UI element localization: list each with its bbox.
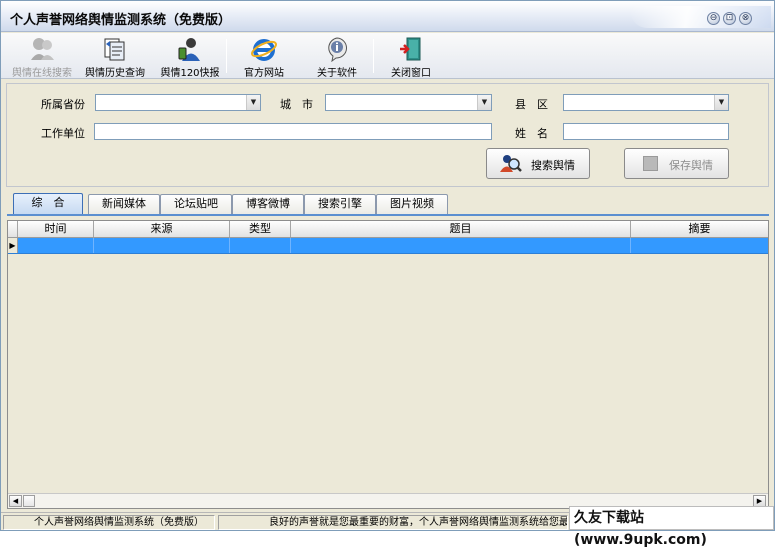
toolbar-label: 官方网站 bbox=[244, 68, 284, 79]
tab-general[interactable]: 综 合 bbox=[13, 193, 83, 215]
county-select[interactable]: ▼ bbox=[563, 94, 729, 111]
table-row[interactable]: ▶ bbox=[8, 238, 768, 254]
users-icon bbox=[28, 36, 56, 62]
toolbar-separator bbox=[373, 39, 374, 73]
scroll-thumb[interactable] bbox=[23, 495, 35, 507]
about-button[interactable]: 关于软件 bbox=[311, 35, 363, 79]
search-button-label: 搜索舆情 bbox=[531, 159, 575, 172]
city-select[interactable]: ▼ bbox=[325, 94, 492, 111]
window-title: 个人声誉网络舆情监测系统（免费版） bbox=[10, 13, 232, 28]
close-button[interactable]: ⊗ bbox=[739, 12, 752, 25]
grid-header: 时间 来源 类型 题目 摘要 bbox=[8, 221, 768, 238]
main-window: 个人声誉网络舆情监测系统（免费版） ⊖ ⊡ ⊗ 舆情在线搜索 舆情历史查询 舆情… bbox=[0, 0, 775, 548]
column-header-summary[interactable]: 摘要 bbox=[631, 221, 768, 237]
workplace-label: 工作单位 bbox=[41, 127, 85, 140]
city-label: 城 市 bbox=[280, 98, 313, 111]
quick-report-button[interactable]: 舆情120快报 bbox=[160, 35, 220, 79]
toolbar: 舆情在线搜索 舆情历史查询 舆情120快报 官方网站 关于软件 关闭窗口 bbox=[1, 33, 774, 79]
cell-summary[interactable] bbox=[631, 238, 768, 253]
ie-icon bbox=[250, 36, 278, 62]
tab-news-media[interactable]: 新闻媒体 bbox=[88, 194, 160, 214]
cell-type[interactable] bbox=[230, 238, 291, 253]
name-label: 姓 名 bbox=[515, 127, 548, 140]
watermark-logo: 久友下载站(www.9upk.com) bbox=[569, 506, 774, 548]
column-header-time[interactable]: 时间 bbox=[18, 221, 94, 237]
tab-search-engines[interactable]: 搜索引擎 bbox=[304, 194, 376, 214]
status-app-name: 个人声誉网络舆情监测系统（免费版） bbox=[3, 515, 215, 530]
toolbar-label: 舆情120快报 bbox=[160, 68, 220, 79]
row-indicator-icon: ▶ bbox=[8, 238, 18, 253]
search-form: 所属省份 ▼ 城 市 ▼ 县 区 ▼ 工作单位 姓 名 搜索舆情 保存舆情 bbox=[6, 83, 769, 187]
results-grid[interactable]: 时间 来源 类型 题目 摘要 ▶ ◀ ▶ bbox=[7, 220, 769, 509]
column-header-source[interactable]: 来源 bbox=[94, 221, 230, 237]
toolbar-separator bbox=[226, 39, 227, 73]
info-icon bbox=[323, 36, 351, 63]
cell-title[interactable] bbox=[291, 238, 631, 253]
chevron-down-icon[interactable]: ▼ bbox=[477, 95, 491, 110]
history-icon bbox=[101, 36, 129, 62]
chevron-down-icon[interactable]: ▼ bbox=[714, 95, 728, 110]
close-window-button[interactable]: 关闭窗口 bbox=[385, 35, 437, 79]
cell-time[interactable] bbox=[18, 238, 94, 253]
official-site-button[interactable]: 官方网站 bbox=[238, 35, 290, 79]
scroll-left-icon[interactable]: ◀ bbox=[9, 495, 22, 507]
report-icon bbox=[176, 36, 204, 62]
tab-forums[interactable]: 论坛贴吧 bbox=[160, 194, 232, 214]
province-label: 所属省份 bbox=[41, 98, 85, 111]
search-sentiment-button[interactable]: 搜索舆情 bbox=[486, 148, 590, 179]
status-message: 良好的声誉就是您最重要的财富，个人声誉网络舆情监测系统给您最贴心的帮 bbox=[218, 515, 568, 530]
tab-images-videos[interactable]: 图片视频 bbox=[376, 194, 448, 214]
workplace-input[interactable] bbox=[94, 123, 492, 140]
name-input[interactable] bbox=[563, 123, 729, 140]
toolbar-label: 舆情在线搜索 bbox=[12, 68, 72, 79]
toolbar-label: 舆情历史查询 bbox=[85, 68, 145, 79]
save-icon bbox=[643, 156, 658, 171]
exit-door-icon bbox=[397, 36, 425, 62]
grid-corner bbox=[8, 221, 18, 237]
history-query-button[interactable]: 舆情历史查询 bbox=[85, 35, 145, 79]
county-label: 县 区 bbox=[515, 98, 548, 111]
save-sentiment-button[interactable]: 保存舆情 bbox=[624, 148, 729, 179]
title-bar[interactable]: 个人声誉网络舆情监测系统（免费版） ⊖ ⊡ ⊗ bbox=[1, 1, 774, 32]
province-select[interactable]: ▼ bbox=[95, 94, 261, 111]
save-button-label: 保存舆情 bbox=[669, 159, 713, 172]
maximize-button[interactable]: ⊡ bbox=[723, 12, 736, 25]
toolbar-label: 关闭窗口 bbox=[391, 68, 431, 79]
tab-blogs-weibo[interactable]: 博客微博 bbox=[232, 194, 304, 214]
column-header-type[interactable]: 类型 bbox=[230, 221, 291, 237]
minimize-button[interactable]: ⊖ bbox=[707, 12, 720, 25]
tab-underline bbox=[7, 214, 769, 216]
chevron-down-icon[interactable]: ▼ bbox=[246, 95, 260, 110]
search-people-icon bbox=[499, 152, 523, 179]
column-header-title[interactable]: 题目 bbox=[291, 221, 631, 237]
toolbar-label: 关于软件 bbox=[317, 68, 357, 79]
online-search-button[interactable]: 舆情在线搜索 bbox=[10, 35, 74, 79]
cell-source[interactable] bbox=[94, 238, 230, 253]
